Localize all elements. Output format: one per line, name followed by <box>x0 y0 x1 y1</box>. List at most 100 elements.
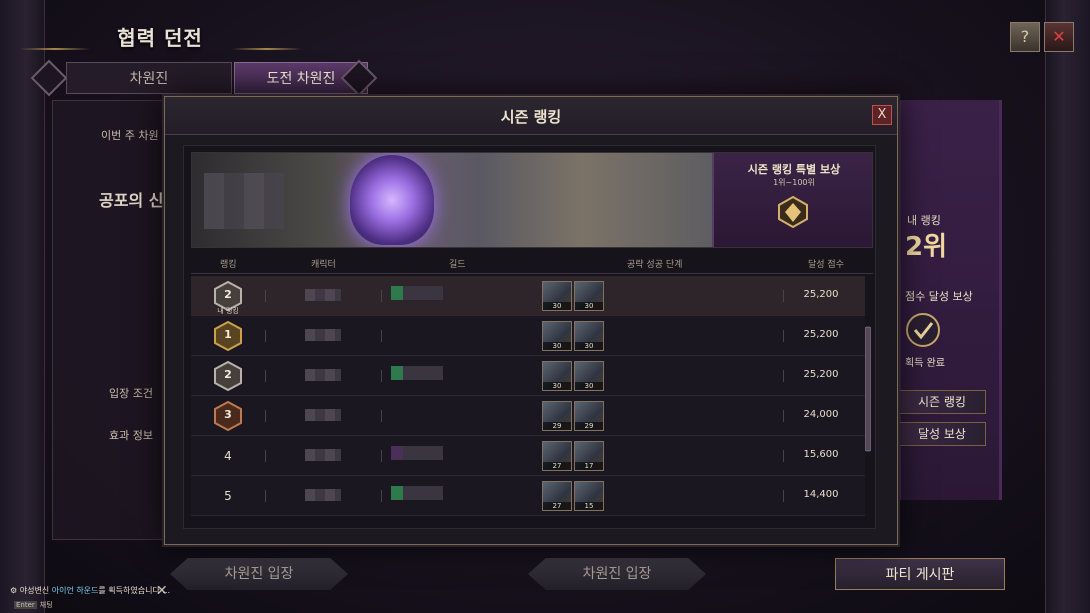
modal-title: 시즌 랭킹 <box>500 108 562 126</box>
guild-name-redacted <box>391 446 443 460</box>
achieved-score: 24,000 <box>803 409 839 420</box>
column-divider <box>783 490 784 502</box>
stage-level: 29 <box>575 422 603 430</box>
system-notification: ⚙ 야성변신 아이언 하운드를 획득하였습니다 ... <box>10 585 170 599</box>
guild-name-redacted <box>391 486 443 500</box>
chat-label: 채팅 <box>39 601 53 609</box>
window-title-plate: 협력 던전 <box>60 18 260 64</box>
column-divider <box>381 410 382 422</box>
col-character: 캐릭터 <box>311 260 336 270</box>
enter-dimension-button-1[interactable]: 차원진 입장 <box>170 558 348 590</box>
blurred-banner-text <box>204 173 284 229</box>
rank-number: 3 <box>224 408 232 421</box>
my-rank-value: 2위 <box>905 232 948 262</box>
my-ranking-tag: 내 랭킹 <box>217 307 239 315</box>
help-button[interactable]: ? <box>1010 22 1040 52</box>
boss-stage-icon[interactable]: 27 <box>542 441 572 471</box>
rank-number: 4 <box>224 449 232 463</box>
season-ranking-button[interactable]: 시즌 랭킹 <box>898 390 986 414</box>
notification-item-name: 아이언 하운드 <box>51 586 99 595</box>
boss-stage-icon[interactable]: 15 <box>574 481 604 511</box>
tab-dimension[interactable]: 차원진 <box>66 62 232 94</box>
rank-number: 1 <box>224 328 232 341</box>
tab-prev-arrow[interactable] <box>30 59 68 97</box>
boss-stage-icon[interactable]: 17 <box>574 441 604 471</box>
achieved-score: 14,400 <box>803 489 839 500</box>
ranking-content: 시즌 랭킹 특별 보상 1위~100위 랭킹 캐릭터 길드 공략 성공 단계 달… <box>183 145 876 529</box>
stage-level: 30 <box>575 342 603 350</box>
guild-name-redacted <box>391 286 443 300</box>
character-name-redacted <box>305 289 341 301</box>
party-board-button[interactable]: 파티 게시판 <box>835 558 1005 590</box>
modal-header: 시즌 랭킹 X <box>165 97 897 135</box>
window-close-button[interactable]: ✕ <box>1044 22 1074 52</box>
ranking-row[interactable]: 3 29 29 24,000 <box>191 396 865 436</box>
character-name-redacted <box>305 449 341 461</box>
stage-level: 30 <box>543 382 571 390</box>
gear-icon: ⚙ <box>10 586 18 595</box>
ranking-row[interactable]: 2 30 30 25,200 <box>191 356 865 396</box>
ranking-row[interactable]: 1 30 30 25,200 <box>191 316 865 356</box>
enter-dimension-button-2[interactable]: 차원진 입장 <box>528 558 706 590</box>
guild-name-redacted <box>391 406 443 420</box>
column-divider <box>265 450 266 462</box>
achieved-score: 25,200 <box>803 289 839 300</box>
boss-stage-icon[interactable]: 30 <box>542 321 572 351</box>
column-divider <box>265 330 266 342</box>
reward-claimed-check-icon <box>906 313 940 347</box>
col-rank: 랭킹 <box>220 260 237 270</box>
right-pillar-decoration <box>1045 0 1090 613</box>
column-divider <box>265 410 266 422</box>
stage-level: 30 <box>543 302 571 310</box>
reward-emblem-icon[interactable] <box>776 195 810 229</box>
question-book-icon: ? <box>1020 27 1030 46</box>
column-divider <box>783 330 784 342</box>
boss-stage-icon[interactable]: 30 <box>574 281 604 311</box>
column-divider <box>381 290 382 302</box>
col-score: 달성 점수 <box>808 260 844 270</box>
rank-number: 2 <box>224 288 232 301</box>
score-reward-label: 점수 달성 보상 <box>905 290 973 303</box>
column-divider <box>783 450 784 462</box>
achieved-score: 25,200 <box>803 329 839 340</box>
boss-stage-icon[interactable]: 30 <box>542 361 572 391</box>
column-divider <box>265 290 266 302</box>
achievement-reward-button[interactable]: 달성 보상 <box>898 422 986 446</box>
title-ornament-right <box>232 48 302 50</box>
stage-level: 27 <box>543 502 571 510</box>
window-title: 협력 던전 <box>117 26 203 50</box>
stage-level: 27 <box>543 462 571 470</box>
stage-level: 17 <box>575 462 603 470</box>
column-divider <box>783 370 784 382</box>
modal-close-button[interactable]: X <box>872 105 892 125</box>
tab-bar: 차원진 도전 차원진 <box>30 59 378 97</box>
dungeon-info-panel: 이번 주 차원 공포의 신 입장 조건 효과 정보 <box>52 100 167 540</box>
column-divider <box>381 450 382 462</box>
reward-range: 1위~100위 <box>773 178 815 187</box>
col-stage: 공략 성공 단계 <box>627 260 683 270</box>
stage-level: 30 <box>575 382 603 390</box>
guild-name-redacted <box>391 326 443 340</box>
boss-stage-icon[interactable]: 30 <box>574 361 604 391</box>
season-ranking-modal: 시즌 랭킹 X 시즌 랭킹 특별 보상 1위~100위 랭킹 캐릭터 길드 공략… <box>164 96 898 545</box>
character-name-redacted <box>305 369 341 381</box>
boss-stage-icon[interactable]: 29 <box>574 401 604 431</box>
my-ranking-row[interactable]: 2 내 랭킹 30 30 25,200 <box>191 276 865 316</box>
portal-image <box>350 155 434 245</box>
notification-close-icon[interactable]: ✕ <box>156 583 168 599</box>
close-icon: ✕ <box>1052 27 1066 46</box>
boss-stage-icon[interactable]: 30 <box>542 281 572 311</box>
boss-stage-icon[interactable]: 29 <box>542 401 572 431</box>
chat-key-hint: Enter 채팅 <box>14 600 53 610</box>
col-guild: 길드 <box>449 260 466 270</box>
scrollbar-thumb[interactable] <box>865 327 871 451</box>
ranking-rows: 2 내 랭킹 30 30 25,200 1 30 30 25,200 2 30 30 25,200 3 29… <box>191 276 865 526</box>
ranking-row[interactable]: 4 27 17 15,600 <box>191 436 865 476</box>
entry-condition-label: 입장 조건 <box>109 387 153 400</box>
stage-level: 29 <box>543 422 571 430</box>
ranking-row[interactable]: 5 27 15 14,400 <box>191 476 865 516</box>
boss-stage-icon[interactable]: 27 <box>542 481 572 511</box>
boss-stage-icon[interactable]: 30 <box>574 321 604 351</box>
effect-info-label: 효과 정보 <box>109 429 153 442</box>
achieved-score: 15,600 <box>803 449 839 460</box>
